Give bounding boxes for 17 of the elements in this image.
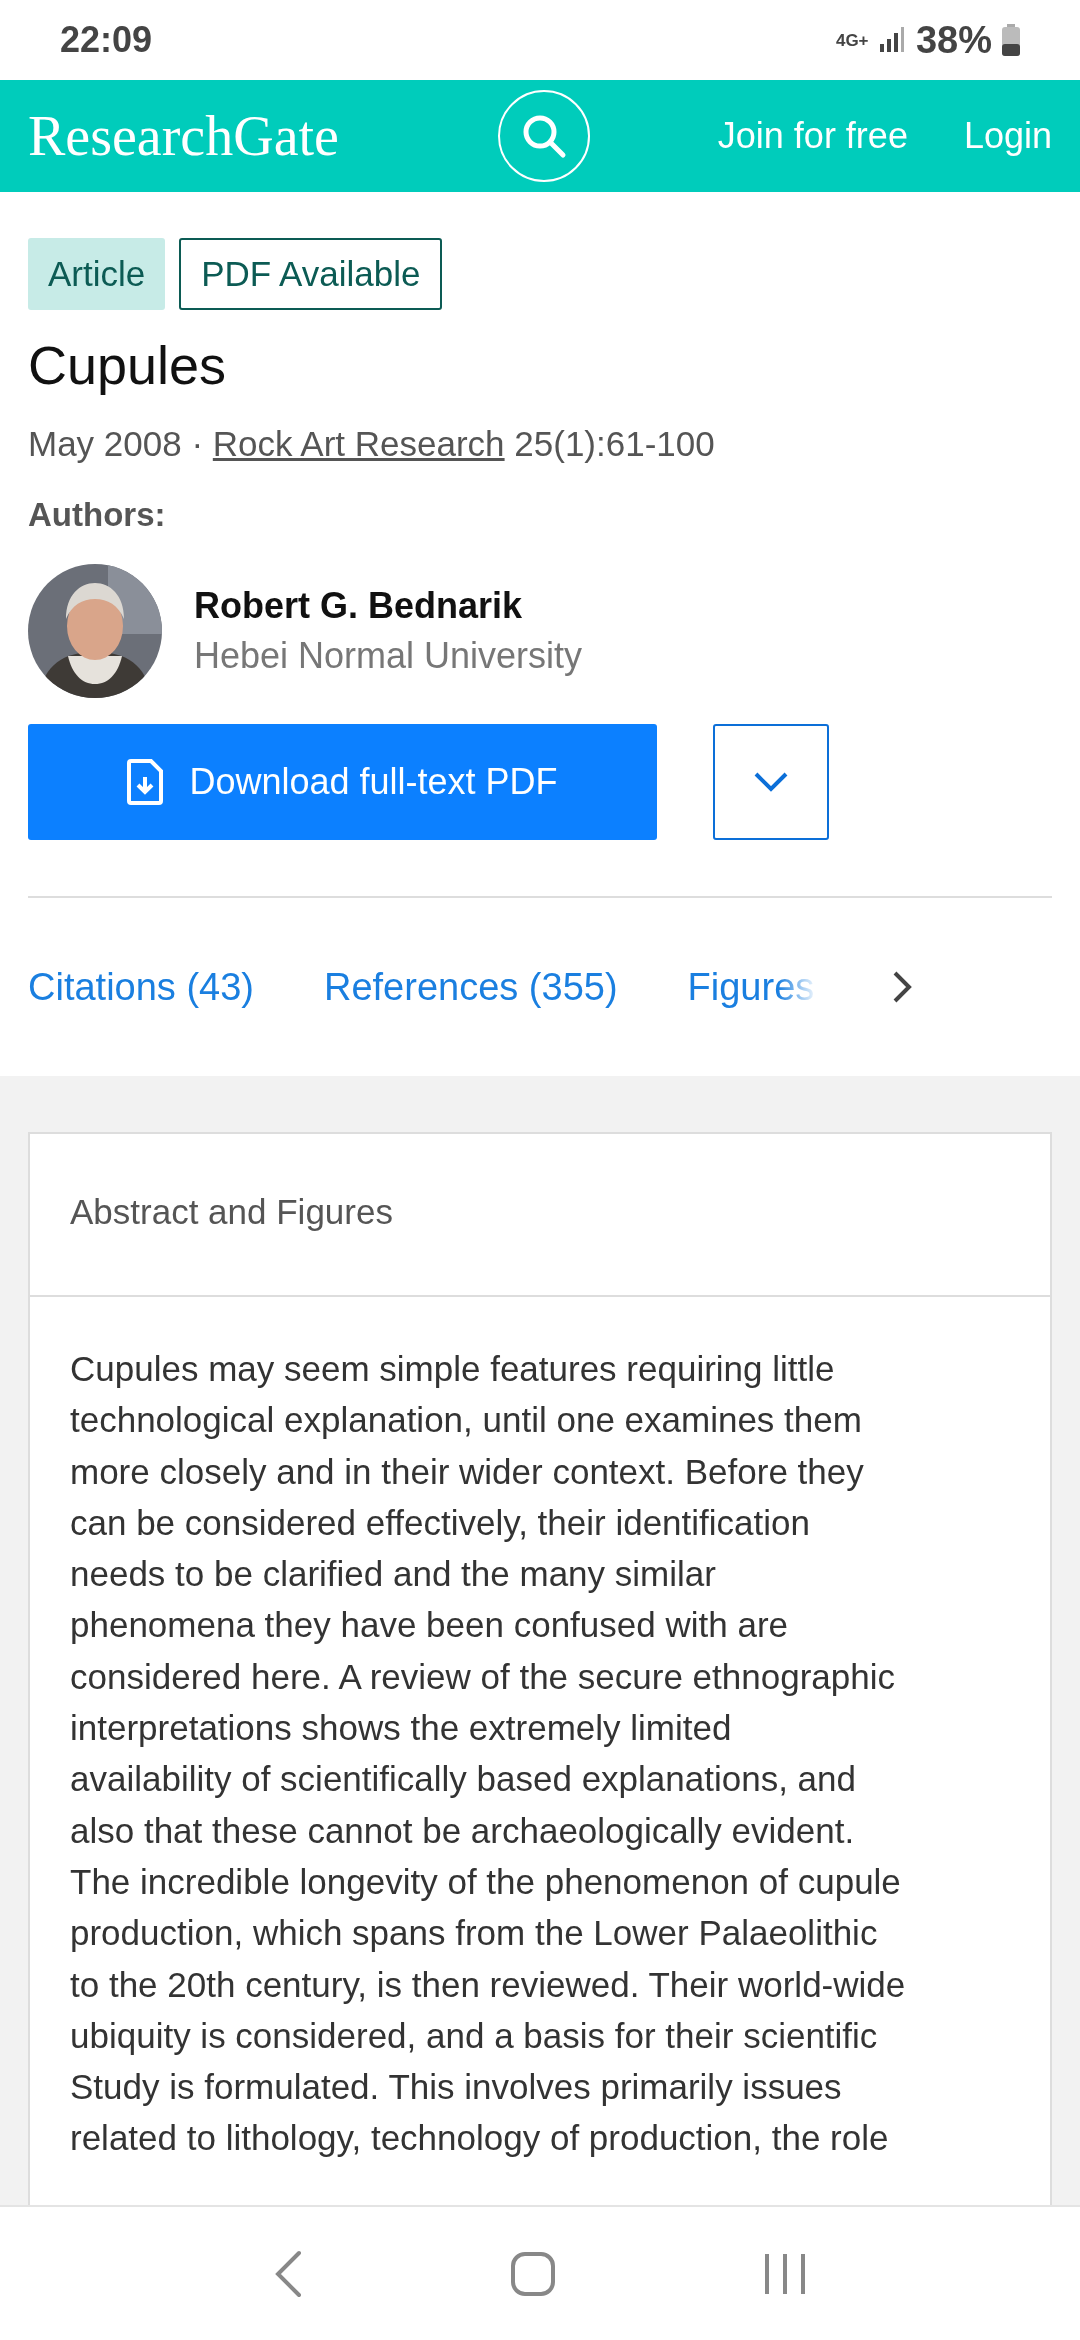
battery-percentage: 38% — [915, 18, 992, 62]
authors-label: Authors: — [28, 496, 167, 534]
tab[interactable]: Citations (43) — [28, 965, 254, 1009]
network-type: 4G+ — [835, 31, 868, 49]
author-affiliation: Hebei Normal University — [194, 635, 583, 677]
author-name[interactable]: Robert G. Bednarik — [194, 585, 583, 627]
download-button[interactable]: Download full-text PDF — [28, 724, 657, 840]
clock-time: 22:09 — [60, 19, 154, 61]
publication-info: May 2008 · Rock Art Research 25(1):61-100 — [28, 424, 716, 464]
journal-link[interactable]: Rock Art Research — [212, 424, 505, 463]
tab[interactable]: Figures — [687, 965, 815, 1009]
article-type-tag: Article — [28, 238, 166, 310]
abstract-text: Cupules may seem simple features requiring little technological explanation, until one examines them more closely and in their wider context. Before they can be considered effectively, their identification needs to be clarified and the many similar phenomena they have been confused with are considered here. A review of the secure ethnographic interpretations shows the extremely limited availability of scientifically based explanations, and also that these cannot be archaeologically evident. The incredible longevity of the phenomenon of cupule production, which spans from the Lower Palaeolithic to the 20th century, is then reviewed. Their world-wide ubiquity is considered, and a basis for their scientific Study is formulated. This involves primarily issues related to lithology, technology of production, the role — [69, 1348, 907, 2160]
section-heading: Abstract and Figures — [30, 1134, 1050, 1297]
tab[interactable]: References (355) — [324, 965, 618, 1009]
article-type-tag: PDF Available — [179, 238, 443, 310]
article-title: Cupules — [28, 334, 228, 396]
